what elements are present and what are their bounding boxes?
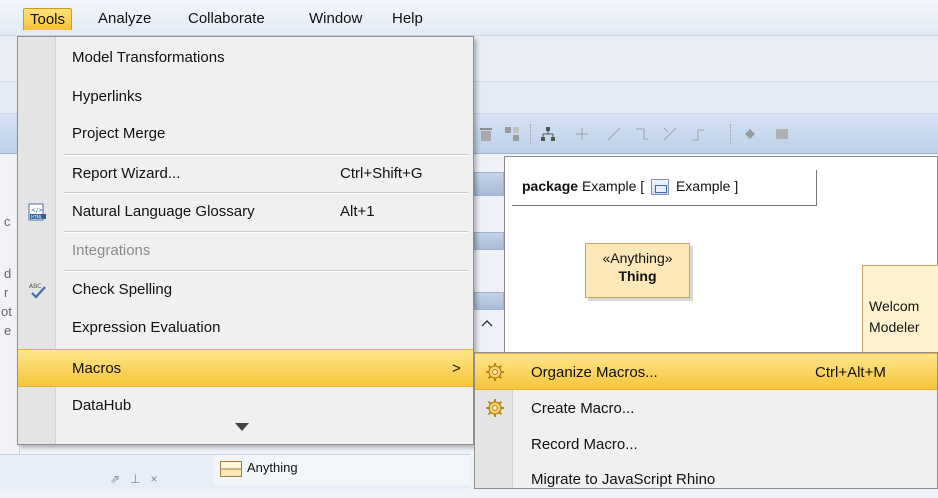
menu-item-check-spelling[interactable]: ABC Check Spelling [18, 271, 473, 309]
scroll-up-icon[interactable] [480, 318, 494, 328]
menu-item-natural-language-glossary[interactable]: </> HTML Natural Language Glossary Alt+1 [18, 193, 473, 231]
left-panel-text: d [4, 266, 12, 281]
svg-text:ABC: ABC [29, 283, 41, 290]
menu-item-label: Hyperlinks [72, 88, 143, 105]
panel-header-bar [474, 172, 504, 196]
menu-item-datahub[interactable]: DataHub [18, 387, 473, 425]
restore-icon[interactable]: ⇗ [110, 472, 130, 486]
menu-item-label: Check Spelling [72, 281, 173, 298]
delete-icon[interactable] [478, 126, 494, 142]
paint-bucket-icon[interactable] [742, 126, 758, 142]
route-icon[interactable] [690, 126, 706, 142]
svg-text:HTML: HTML [31, 215, 43, 220]
menu-analyze[interactable]: Analyze [92, 8, 157, 30]
menu-item-label: Model Transformations [72, 49, 225, 66]
relation-icon[interactable] [574, 126, 590, 142]
macros-submenu: Organize Macros... Ctrl+Alt+M Create Mac… [474, 352, 938, 489]
menu-item-label: Integrations [72, 242, 151, 259]
menu-window[interactable]: Window [303, 8, 368, 30]
menu-item-label: DataHub [72, 397, 132, 414]
close-icon[interactable]: × [151, 472, 168, 486]
package-name: Example [581, 178, 637, 194]
left-panel-text: e [4, 323, 12, 338]
menu-tools[interactable]: Tools [23, 8, 73, 30]
menu-item-label: Record Macro... [531, 436, 638, 453]
format-icon[interactable] [774, 126, 790, 142]
menu-item-macros[interactable]: Macros > [18, 349, 473, 387]
hierarchy-icon[interactable] [540, 126, 556, 142]
menu-item-migrate-to-javascript-rhino[interactable]: Migrate to JavaScript Rhino [475, 461, 937, 498]
menu-collaborate[interactable]: Collaborate [182, 8, 271, 30]
class-icon [220, 460, 242, 477]
connector-icon[interactable] [634, 126, 650, 142]
left-panel-text: c [4, 214, 11, 229]
gear-icon [486, 399, 504, 417]
diagram-frame-header: package Example [ Example ] [512, 170, 817, 206]
menu-item-label: Create Macro... [531, 400, 635, 417]
diagonal-icon[interactable] [662, 126, 678, 142]
menu-item-label: Report Wizard... [72, 165, 181, 182]
menu-item-model-transformations[interactable]: Model Transformations [18, 39, 473, 77]
menu-item-shortcut: Alt+1 [340, 203, 375, 220]
panel-controls: ⇗⊥× [110, 472, 190, 489]
pin-icon[interactable]: ⊥ [130, 472, 150, 486]
layout-icon[interactable] [504, 126, 520, 142]
left-panel-text: ot [1, 304, 12, 319]
bracket-open: [ [640, 178, 645, 194]
menu-item-report-wizard[interactable]: Report Wizard... Ctrl+Shift+G [18, 155, 473, 193]
menu-item-project-merge[interactable]: Project Merge [18, 115, 473, 153]
note-text: Welcom [869, 298, 920, 314]
scroll-down-icon[interactable] [235, 423, 249, 431]
svg-text:</>: </> [31, 207, 43, 214]
menu-item-shortcut: Ctrl+Alt+M [815, 364, 886, 381]
note-text: Modeler [869, 319, 920, 335]
toolbar-separator [530, 124, 532, 144]
menu-item-hyperlinks[interactable]: Hyperlinks [18, 78, 473, 116]
package-keyword: package [522, 178, 579, 194]
menu-item-expression-evaluation[interactable]: Expression Evaluation [18, 309, 473, 347]
panel-header-bar [474, 292, 504, 310]
menu-item-label: Expression Evaluation [72, 319, 221, 336]
menu-bar: Tools Analyze Collaborate Window Help [0, 0, 938, 36]
menu-item-create-macro[interactable]: Create Macro... [475, 390, 937, 427]
package-ref: Example [675, 178, 731, 194]
spell-check-icon: ABC [29, 283, 46, 299]
left-panel-text: r [4, 285, 9, 300]
line-icon[interactable] [606, 126, 622, 142]
bottom-panel-item-label: Anything [247, 460, 298, 475]
diagram-element-thing[interactable]: «Anything» Thing [585, 243, 690, 298]
bracket-close: ] [734, 178, 739, 194]
tools-menu: Model Transformations Hyperlinks Project… [17, 36, 474, 445]
package-diagram-icon [651, 179, 670, 196]
menu-item-label: Macros [72, 360, 122, 377]
menu-item-label: Migrate to JavaScript Rhino [531, 471, 716, 488]
element-stereotype: «Anything» [602, 250, 673, 266]
bottom-panel-item[interactable]: Anything [214, 455, 470, 485]
menu-item-organize-macros[interactable]: Organize Macros... Ctrl+Alt+M [475, 353, 937, 390]
toolbar-separator [730, 124, 732, 144]
menu-item-integrations: Integrations [18, 232, 473, 270]
menu-item-label: Natural Language Glossary [72, 203, 255, 220]
menu-help[interactable]: Help [386, 8, 429, 30]
html-icon: </> HTML [28, 203, 46, 221]
submenu-arrow-icon: > [452, 360, 461, 377]
menu-item-label: Project Merge [72, 125, 166, 142]
gear-icon [486, 363, 504, 381]
menu-item-shortcut: Ctrl+Shift+G [340, 165, 423, 182]
menu-item-record-macro[interactable]: Record Macro... [475, 426, 937, 463]
panel-header-bar [474, 232, 504, 250]
menu-item-label: Organize Macros... [531, 364, 658, 381]
element-name: Thing [618, 268, 657, 284]
